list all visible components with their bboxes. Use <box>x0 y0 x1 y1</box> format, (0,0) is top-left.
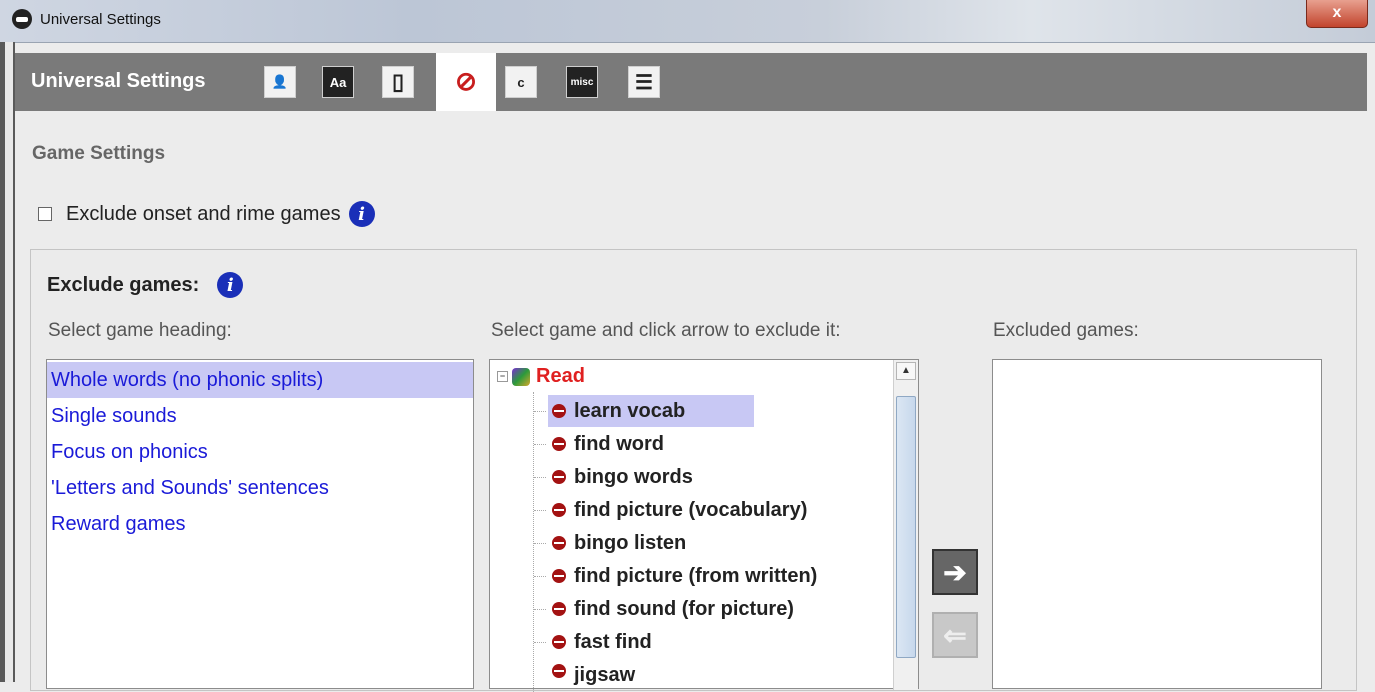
tree-item-label: find picture (vocabulary) <box>574 498 808 521</box>
tree-item[interactable]: bingo listen <box>533 527 692 559</box>
copy-settings-button[interactable]: c <box>498 59 544 105</box>
excluded-column-label: Excluded games: <box>993 320 1139 341</box>
copy-icon: c <box>505 66 537 98</box>
font-icon: Aa <box>322 66 354 98</box>
scroll-up-button[interactable]: ▲ <box>896 362 916 380</box>
game-icon <box>552 437 566 451</box>
collapse-toggle[interactable]: − <box>497 371 508 382</box>
tree-item-label: jigsaw <box>574 664 636 686</box>
game-icon <box>552 503 566 517</box>
section-title: Game Settings <box>32 143 166 164</box>
tree-item[interactable]: find picture (vocabulary) <box>533 494 813 526</box>
window-left-border <box>0 42 15 682</box>
user-icon: 👤 <box>264 66 296 98</box>
scroll-thumb[interactable] <box>896 396 916 658</box>
list-item[interactable]: Whole words (no phonic splits) <box>47 362 473 398</box>
tree-item-label: bingo words <box>574 465 693 488</box>
tree-root-label: Read <box>536 365 585 387</box>
settings-toolbar: Universal Settings 👤 Aa ▯ ⊘ c misc ☰ <box>15 53 1367 111</box>
tree-scrollbar[interactable]: ▲ <box>893 360 918 690</box>
window-title: Universal Settings <box>40 11 161 28</box>
tree-item-label: fast find <box>574 630 652 653</box>
app-logo-icon <box>12 9 32 29</box>
game-icon <box>552 664 566 678</box>
list-item[interactable]: Reward games <box>47 506 473 542</box>
exclude-arrow-button[interactable]: ➔ <box>932 549 978 595</box>
list-item[interactable]: 'Letters and Sounds' sentences <box>47 470 473 506</box>
window-titlebar: Universal Settings x <box>0 0 1375 43</box>
checklist-icon: ☰ <box>628 66 660 98</box>
list-item[interactable]: Single sounds <box>47 398 473 434</box>
exclude-games-title-text: Exclude games: <box>47 273 200 296</box>
game-column-label: Select game and click arrow to exclude i… <box>491 320 841 341</box>
tree-item[interactable]: fast find <box>534 626 658 658</box>
font-settings-button[interactable]: Aa <box>315 59 361 105</box>
close-button[interactable]: x <box>1306 0 1368 28</box>
tree-item[interactable]: find word <box>534 428 670 460</box>
tree-item[interactable]: bingo words <box>534 461 699 493</box>
onset-rime-option: Exclude onset and rime games i <box>38 201 375 227</box>
misc-icon: misc <box>566 66 598 98</box>
onset-rime-checkbox[interactable] <box>38 207 52 221</box>
game-icon <box>552 470 566 484</box>
game-icon <box>552 602 566 616</box>
misc-settings-button[interactable]: misc <box>559 59 605 105</box>
user-settings-button[interactable]: 👤 <box>257 59 303 105</box>
exclude-games-title: Exclude games: i <box>47 272 244 298</box>
tree-item[interactable]: find sound (for picture) <box>534 593 800 625</box>
tree-item-label: find sound (for picture) <box>574 597 794 620</box>
excluded-games-list[interactable] <box>992 359 1322 689</box>
heading-column-label: Select game heading: <box>48 320 232 341</box>
tree-guide-line <box>533 392 534 692</box>
include-arrow-button[interactable]: ⇐ <box>932 612 978 658</box>
display-settings-button[interactable]: ▯ <box>375 59 421 105</box>
tree-item-label: find picture (from written) <box>574 564 818 587</box>
no-games-icon: ⊘ <box>450 65 482 97</box>
tree-item-label: find word <box>574 432 664 455</box>
list-item[interactable]: Focus on phonics <box>47 434 473 470</box>
tree-root-read[interactable]: − Read <box>497 365 585 388</box>
game-icon <box>552 404 566 418</box>
frame-icon: ▯ <box>382 66 414 98</box>
toolbar-title: Universal Settings <box>31 70 206 92</box>
game-settings-button[interactable]: ⊘ <box>436 53 496 111</box>
game-icon <box>552 635 566 649</box>
game-heading-list[interactable]: Whole words (no phonic splits) Single so… <box>46 359 474 689</box>
game-icon <box>552 536 566 550</box>
info-icon[interactable]: i <box>348 201 375 227</box>
tree-item[interactable]: learn vocab <box>534 395 754 427</box>
game-icon <box>552 569 566 583</box>
onset-rime-label: Exclude onset and rime games <box>66 202 341 225</box>
list-settings-button[interactable]: ☰ <box>621 59 667 105</box>
read-category-icon <box>512 367 530 386</box>
tree-item-label: bingo listen <box>574 531 687 554</box>
tree-item[interactable]: jigsaw <box>548 659 641 687</box>
info-icon[interactable]: i <box>217 272 244 298</box>
tree-item-label: learn vocab <box>574 399 686 422</box>
tree-item[interactable]: find picture (from written) <box>533 560 823 592</box>
